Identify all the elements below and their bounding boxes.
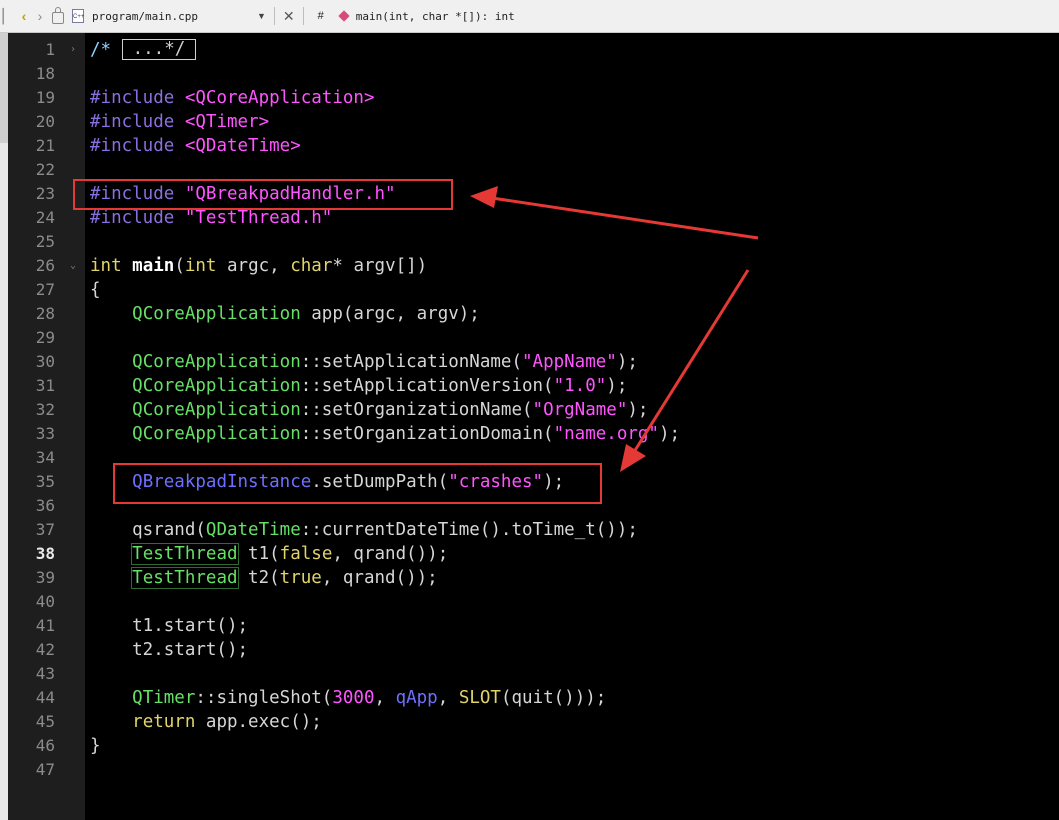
code-line[interactable]: #include <QDateTime> bbox=[90, 134, 680, 158]
line-number: 42 bbox=[35, 640, 55, 659]
line-number-gutter: 1 › 18 19 20 21 22 23 24 25 26 ⌄ 27 28 2… bbox=[8, 33, 85, 820]
code-line[interactable]: { bbox=[90, 278, 680, 302]
code-line[interactable]: #include <QCoreApplication> bbox=[90, 86, 680, 110]
code-line[interactable]: QCoreApplication::setApplicationVersion(… bbox=[90, 374, 680, 398]
code-line[interactable]: QCoreApplication app(argc, argv); bbox=[90, 302, 680, 326]
line-number: 29 bbox=[35, 328, 55, 347]
line-number: 21 bbox=[35, 136, 55, 155]
code-line[interactable]: } bbox=[90, 734, 680, 758]
panel-toggle-icon[interactable]: ▏ bbox=[0, 5, 16, 27]
code-line[interactable]: QCoreApplication::setOrganizationDomain(… bbox=[90, 422, 680, 446]
line-number: 26 bbox=[35, 256, 55, 275]
cpp-file-icon: C++ bbox=[72, 9, 84, 23]
symbol-hash-label[interactable]: # bbox=[318, 10, 324, 22]
strip-thumb[interactable] bbox=[0, 33, 8, 143]
line-number: 22 bbox=[35, 160, 55, 179]
folded-comment-button[interactable]: ...*/ bbox=[121, 39, 197, 60]
line-number: 40 bbox=[35, 592, 55, 611]
code-line[interactable] bbox=[90, 662, 680, 686]
line-number: 19 bbox=[35, 88, 55, 107]
line-number: 39 bbox=[35, 568, 55, 587]
line-number: 46 bbox=[35, 736, 55, 755]
code-line[interactable]: /* ...*/ bbox=[90, 38, 680, 62]
line-number: 30 bbox=[35, 352, 55, 371]
open-file-selector[interactable]: program/main.cpp bbox=[92, 10, 257, 23]
code-line[interactable]: TestThread t1(false, qrand()); bbox=[90, 542, 680, 566]
line-number: 24 bbox=[35, 208, 55, 227]
code-line[interactable]: #include <QTimer> bbox=[90, 110, 680, 134]
fold-expand-icon[interactable]: › bbox=[70, 44, 76, 55]
line-number: 20 bbox=[35, 112, 55, 131]
function-icon bbox=[338, 10, 350, 22]
outline-strip[interactable] bbox=[0, 33, 8, 820]
line-number: 28 bbox=[35, 304, 55, 323]
line-number: 32 bbox=[35, 400, 55, 419]
line-number: 18 bbox=[35, 64, 55, 83]
code-line[interactable]: int main(int argc, char* argv[]) bbox=[90, 254, 680, 278]
code-line[interactable] bbox=[90, 590, 680, 614]
code-line[interactable]: qsrand(QDateTime::currentDateTime().toTi… bbox=[90, 518, 680, 542]
line-number: 23 bbox=[35, 184, 55, 203]
line-number: 36 bbox=[35, 496, 55, 515]
code-line[interactable]: QCoreApplication::setOrganizationName("O… bbox=[90, 398, 680, 422]
line-number: 1 bbox=[45, 40, 55, 59]
code-line[interactable] bbox=[90, 62, 680, 86]
line-number: 43 bbox=[35, 664, 55, 683]
code-line[interactable]: t1.start(); bbox=[90, 614, 680, 638]
code-line[interactable] bbox=[90, 758, 680, 782]
line-number: 27 bbox=[35, 280, 55, 299]
forward-arrow-icon[interactable]: › bbox=[32, 5, 48, 27]
line-number: 37 bbox=[35, 520, 55, 539]
line-number: 45 bbox=[35, 712, 55, 731]
code-line[interactable] bbox=[90, 230, 680, 254]
line-number: 25 bbox=[35, 232, 55, 251]
line-number: 33 bbox=[35, 424, 55, 443]
line-number-current: 38 bbox=[35, 544, 55, 563]
fold-collapse-icon[interactable]: ⌄ bbox=[70, 260, 76, 271]
code-line[interactable]: TestThread t2(true, qrand()); bbox=[90, 566, 680, 590]
toolbar-divider bbox=[273, 7, 275, 25]
line-number: 35 bbox=[35, 472, 55, 491]
annotation-box-include bbox=[73, 179, 453, 210]
editor-toolbar: ▏ ‹ › C++ program/main.cpp ▼ ✕ # main(in… bbox=[0, 0, 1059, 33]
line-number: 47 bbox=[35, 760, 55, 779]
toolbar-divider bbox=[302, 7, 304, 25]
back-arrow-icon[interactable]: ‹ bbox=[16, 5, 32, 27]
line-number: 34 bbox=[35, 448, 55, 467]
line-number: 31 bbox=[35, 376, 55, 395]
code-line[interactable] bbox=[90, 326, 680, 350]
code-editor[interactable]: /* ...*/ #include <QCoreApplication> #inc… bbox=[90, 38, 680, 782]
code-line[interactable]: return app.exec(); bbox=[90, 710, 680, 734]
code-line[interactable]: t2.start(); bbox=[90, 638, 680, 662]
close-icon[interactable]: ✕ bbox=[283, 8, 295, 25]
code-line[interactable]: QTimer::singleShot(3000, qApp, SLOT(quit… bbox=[90, 686, 680, 710]
function-selector[interactable]: main(int, char *[]): int bbox=[356, 10, 515, 23]
chevron-down-icon[interactable]: ▼ bbox=[257, 11, 266, 21]
line-number: 41 bbox=[35, 616, 55, 635]
line-number: 44 bbox=[35, 688, 55, 707]
lock-icon[interactable] bbox=[52, 7, 64, 24]
annotation-box-setdumppath bbox=[113, 463, 602, 504]
code-line[interactable]: QCoreApplication::setApplicationName("Ap… bbox=[90, 350, 680, 374]
